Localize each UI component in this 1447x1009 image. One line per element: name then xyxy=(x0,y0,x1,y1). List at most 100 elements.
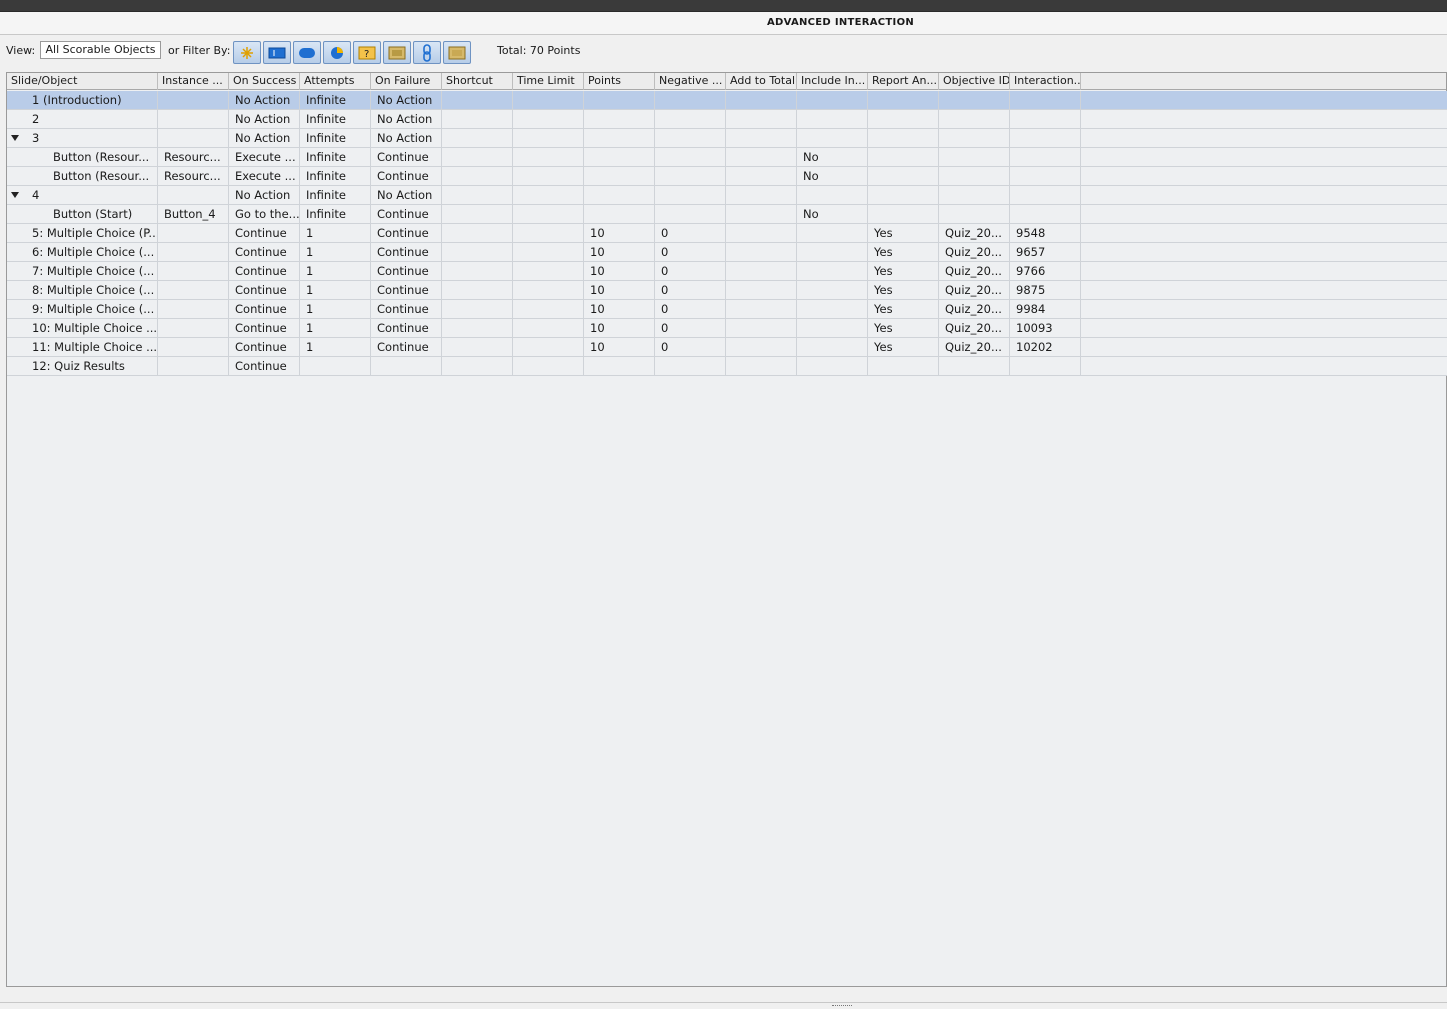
cell-objective[interactable] xyxy=(939,205,1010,224)
cell-attempts[interactable]: 1 xyxy=(300,262,371,281)
cell-shortcut[interactable] xyxy=(442,224,513,243)
cell-negative[interactable]: 0 xyxy=(655,243,726,262)
table-row[interactable]: 4 No Action Infinite No Action xyxy=(7,186,1447,205)
cell-on-failure[interactable]: Continue xyxy=(371,224,442,243)
cell-report[interactable]: Yes xyxy=(868,300,939,319)
cell-negative[interactable] xyxy=(655,129,726,148)
filter-click-box-button[interactable] xyxy=(233,41,261,64)
cell-include[interactable] xyxy=(797,338,868,357)
cell-points[interactable] xyxy=(584,129,655,148)
cell-include[interactable] xyxy=(797,262,868,281)
cell-time-limit[interactable] xyxy=(513,243,584,262)
cell-shortcut[interactable] xyxy=(442,110,513,129)
table-row[interactable]: 5: Multiple Choice (P... Continue 1 Continu… xyxy=(7,224,1447,243)
table-row[interactable]: Button (Start) Button_4 Go to the... Infini… xyxy=(7,205,1447,224)
filter-question-button[interactable]: ? xyxy=(353,41,381,64)
cell-slide[interactable]: 3 xyxy=(7,129,158,148)
cell-include[interactable]: No xyxy=(797,148,868,167)
cell-attempts[interactable]: Infinite xyxy=(300,205,371,224)
column-header-time-limit[interactable]: Time Limit xyxy=(513,73,584,90)
cell-include[interactable] xyxy=(797,186,868,205)
filter-link-button[interactable] xyxy=(413,41,441,64)
cell-report[interactable]: Yes xyxy=(868,262,939,281)
cell-interaction[interactable]: 9548 xyxy=(1010,224,1081,243)
cell-time-limit[interactable] xyxy=(513,186,584,205)
cell-attempts[interactable]: Infinite xyxy=(300,91,371,110)
cell-report[interactable]: Yes xyxy=(868,281,939,300)
column-header-negative[interactable]: Negative ... xyxy=(655,73,726,90)
cell-on-success[interactable]: Go to the... xyxy=(229,205,300,224)
column-header-attempts[interactable]: Attempts xyxy=(300,73,371,90)
cell-points[interactable] xyxy=(584,167,655,186)
cell-on-success[interactable]: Continue xyxy=(229,262,300,281)
cell-instance[interactable]: Button_4 xyxy=(158,205,229,224)
cell-objective[interactable] xyxy=(939,148,1010,167)
cell-slide[interactable]: 9: Multiple Choice (... xyxy=(7,300,158,319)
cell-slide[interactable]: 11: Multiple Choice ... xyxy=(7,338,158,357)
cell-on-failure[interactable]: No Action xyxy=(371,186,442,205)
cell-on-success[interactable]: Continue xyxy=(229,281,300,300)
cell-on-failure[interactable]: Continue xyxy=(371,338,442,357)
table-row[interactable]: 12: Quiz Results Continue xyxy=(7,357,1447,376)
cell-add-total[interactable] xyxy=(726,300,797,319)
cell-attempts[interactable]: 1 xyxy=(300,243,371,262)
cell-report[interactable] xyxy=(868,91,939,110)
cell-on-failure[interactable]: Continue xyxy=(371,281,442,300)
column-header-interaction[interactable]: Interaction... xyxy=(1010,73,1081,90)
cell-add-total[interactable] xyxy=(726,110,797,129)
cell-points[interactable]: 10 xyxy=(584,300,655,319)
cell-points[interactable] xyxy=(584,110,655,129)
filter-slide-button[interactable] xyxy=(443,41,471,64)
cell-shortcut[interactable] xyxy=(442,243,513,262)
cell-attempts[interactable]: 1 xyxy=(300,338,371,357)
cell-slide[interactable]: Button (Resour... xyxy=(7,148,158,167)
cell-attempts[interactable]: 1 xyxy=(300,319,371,338)
column-header-instance[interactable]: Instance ... xyxy=(158,73,229,90)
cell-slide[interactable]: Button (Resour... xyxy=(7,167,158,186)
cell-objective[interactable]: Quiz_20... xyxy=(939,224,1010,243)
cell-on-success[interactable]: Continue xyxy=(229,357,300,376)
cell-interaction[interactable] xyxy=(1010,148,1081,167)
cell-negative[interactable] xyxy=(655,110,726,129)
cell-on-success[interactable]: Continue xyxy=(229,338,300,357)
cell-objective[interactable] xyxy=(939,110,1010,129)
cell-interaction[interactable]: 10093 xyxy=(1010,319,1081,338)
resize-grip[interactable] xyxy=(832,1005,852,1007)
cell-negative[interactable]: 0 xyxy=(655,224,726,243)
expand-toggle-icon[interactable] xyxy=(11,135,19,141)
cell-interaction[interactable]: 10202 xyxy=(1010,338,1081,357)
cell-objective[interactable]: Quiz_20... xyxy=(939,281,1010,300)
cell-time-limit[interactable] xyxy=(513,300,584,319)
filter-button-button[interactable] xyxy=(293,41,321,64)
cell-add-total[interactable] xyxy=(726,357,797,376)
cell-negative[interactable]: 0 xyxy=(655,300,726,319)
column-header-include[interactable]: Include In... xyxy=(797,73,868,90)
cell-report[interactable] xyxy=(868,148,939,167)
column-header-add-to-total[interactable]: Add to Total xyxy=(726,73,797,90)
cell-points[interactable]: 10 xyxy=(584,281,655,300)
cell-on-failure[interactable]: Continue xyxy=(371,243,442,262)
cell-instance[interactable] xyxy=(158,338,229,357)
cell-time-limit[interactable] xyxy=(513,338,584,357)
table-row[interactable]: 7: Multiple Choice (... Continue 1 Continue… xyxy=(7,262,1447,281)
cell-on-failure[interactable]: Continue xyxy=(371,205,442,224)
cell-shortcut[interactable] xyxy=(442,91,513,110)
column-header-objective-id[interactable]: Objective ID xyxy=(939,73,1010,90)
cell-include[interactable] xyxy=(797,110,868,129)
cell-objective[interactable]: Quiz_20... xyxy=(939,300,1010,319)
cell-on-failure[interactable] xyxy=(371,357,442,376)
cell-instance[interactable] xyxy=(158,186,229,205)
cell-report[interactable] xyxy=(868,110,939,129)
cell-negative[interactable] xyxy=(655,148,726,167)
cell-time-limit[interactable] xyxy=(513,148,584,167)
cell-interaction[interactable] xyxy=(1010,91,1081,110)
cell-slide[interactable]: 12: Quiz Results xyxy=(7,357,158,376)
filter-text-entry-button[interactable] xyxy=(263,41,291,64)
cell-on-success[interactable]: No Action xyxy=(229,129,300,148)
cell-report[interactable] xyxy=(868,167,939,186)
cell-slide[interactable]: 4 xyxy=(7,186,158,205)
cell-time-limit[interactable] xyxy=(513,167,584,186)
cell-report[interactable] xyxy=(868,186,939,205)
cell-on-success[interactable]: Continue xyxy=(229,300,300,319)
cell-include[interactable] xyxy=(797,319,868,338)
